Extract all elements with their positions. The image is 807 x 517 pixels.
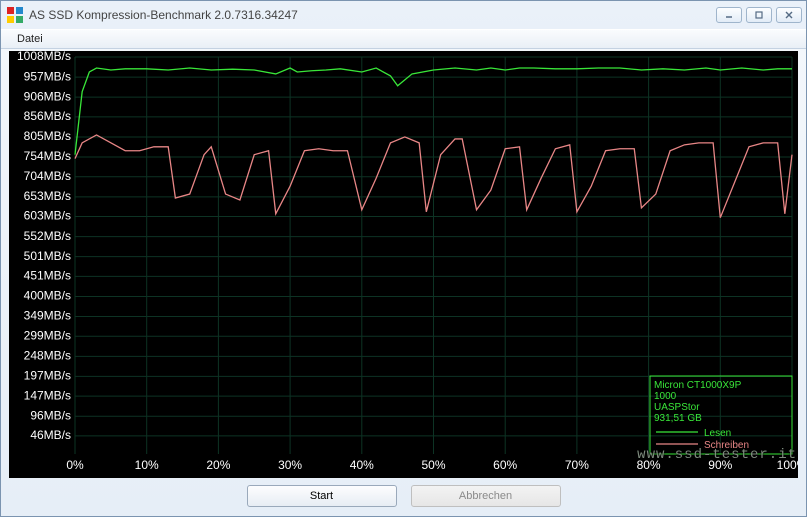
menu-file[interactable]: Datei [9,31,51,47]
svg-text:20%: 20% [206,458,230,472]
svg-text:906MB/s: 906MB/s [24,89,71,103]
svg-text:197MB/s: 197MB/s [24,369,71,383]
app-window: AS SSD Kompression-Benchmark 2.0.7316.34… [0,0,807,517]
svg-text:552MB/s: 552MB/s [24,229,71,243]
svg-text:603MB/s: 603MB/s [24,209,71,223]
svg-text:653MB/s: 653MB/s [24,189,71,203]
app-icon [7,7,23,23]
svg-text:Micron CT1000X9P: Micron CT1000X9P [654,380,742,391]
svg-text:50%: 50% [421,458,445,472]
client-area: 46MB/s 96MB/s 147MB/s 197MB/s 248MB/s 299MB/s… [1,49,806,516]
svg-text:248MB/s: 248MB/s [24,348,71,362]
window-title: AS SSD Kompression-Benchmark 2.0.7316.34… [29,8,716,22]
svg-text:349MB/s: 349MB/s [24,309,71,323]
svg-text:60%: 60% [493,458,517,472]
svg-text:1000: 1000 [654,391,677,402]
svg-text:754MB/s: 754MB/s [24,149,71,163]
svg-text:10%: 10% [135,458,159,472]
svg-text:90%: 90% [708,458,732,472]
start-button[interactable]: Start [247,485,397,507]
svg-text:46MB/s: 46MB/s [30,428,71,442]
svg-text:805MB/s: 805MB/s [24,129,71,143]
svg-text:704MB/s: 704MB/s [24,169,71,183]
minimize-button[interactable] [716,7,742,23]
svg-text:70%: 70% [565,458,589,472]
svg-text:451MB/s: 451MB/s [24,269,71,283]
svg-text:100%: 100% [777,458,798,472]
svg-text:1008MB/s: 1008MB/s [17,51,71,63]
cancel-button: Abbrechen [411,485,561,507]
svg-text:Schreiben: Schreiben [704,440,749,451]
svg-text:80%: 80% [637,458,661,472]
svg-text:96MB/s: 96MB/s [30,408,71,422]
svg-text:856MB/s: 856MB/s [24,109,71,123]
svg-text:931,51 GB: 931,51 GB [654,413,702,424]
svg-text:501MB/s: 501MB/s [24,249,71,263]
svg-text:299MB/s: 299MB/s [24,328,71,342]
svg-text:400MB/s: 400MB/s [24,289,71,303]
button-row: Start Abbrechen [9,478,798,510]
window-controls [716,7,802,23]
svg-text:UASPStor: UASPStor [654,402,700,413]
chart: 46MB/s 96MB/s 147MB/s 197MB/s 248MB/s 299MB/s… [9,51,798,478]
svg-text:Lesen: Lesen [704,428,731,439]
titlebar[interactable]: AS SSD Kompression-Benchmark 2.0.7316.34… [1,1,806,29]
svg-text:957MB/s: 957MB/s [24,69,71,83]
menubar: Datei [1,29,806,49]
svg-text:30%: 30% [278,458,302,472]
svg-text:147MB/s: 147MB/s [24,388,71,402]
maximize-button[interactable] [746,7,772,23]
close-button[interactable] [776,7,802,23]
svg-text:0%: 0% [66,458,84,472]
svg-text:40%: 40% [350,458,374,472]
